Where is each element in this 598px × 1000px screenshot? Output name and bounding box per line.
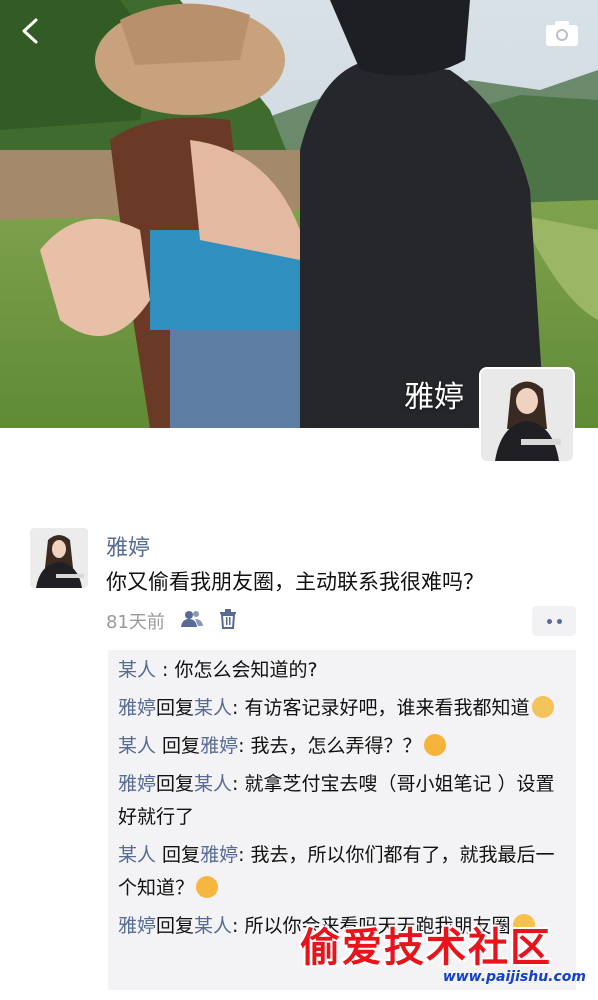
comment-sep: : <box>156 659 175 681</box>
reply-target[interactable]: 雅婷 <box>200 735 238 757</box>
more-dots-button[interactable] <box>532 606 576 636</box>
cover-photo[interactable] <box>0 0 598 428</box>
camera-icon <box>546 21 578 46</box>
comment-text: 你怎么会知道的? <box>174 659 318 681</box>
reply-target[interactable]: 某人 <box>194 773 232 795</box>
comment-item[interactable]: 雅婷回复某人: 有访客记录好吧，谁来看我都知道 <box>118 692 566 725</box>
back-button[interactable] <box>14 14 48 48</box>
profile-avatar[interactable] <box>479 367 575 463</box>
comment-text: 有访客记录好吧，谁来看我都知道 <box>244 697 530 719</box>
reply-target[interactable]: 雅婷 <box>200 844 238 866</box>
666-emoji-icon <box>423 734 446 756</box>
reply-word: 回复 <box>156 735 201 757</box>
reply-word: 回复 <box>156 844 201 866</box>
post-author-name[interactable]: 雅婷 <box>106 530 150 562</box>
post-time: 81天前 <box>106 612 165 633</box>
more-dots-icon <box>556 618 562 624</box>
comment-sep: : <box>232 915 245 937</box>
comment-sep: : <box>238 735 251 757</box>
doge-emoji-icon <box>531 696 554 718</box>
post-author-avatar[interactable] <box>30 528 88 588</box>
comment-sep: : <box>232 697 245 719</box>
reply-word: 回复 <box>156 697 195 719</box>
site-watermark: 偷爱技术社区 www.paijishu.com <box>300 915 592 995</box>
delete-icon <box>219 608 236 629</box>
delete-button[interactable] <box>219 608 237 634</box>
friends-visibility-button[interactable] <box>180 609 203 634</box>
comment-author[interactable]: 雅婷 <box>118 773 156 795</box>
profile-name: 雅婷 <box>404 380 464 415</box>
kiss-emoji-icon <box>196 876 219 898</box>
post-text: 你又偷看我朋友圈，主动联系我很难吗？ <box>106 570 484 594</box>
post-meta: 81天前 <box>106 608 237 634</box>
friends-visibility-icon <box>180 610 203 627</box>
reply-target[interactable]: 某人 <box>194 915 232 937</box>
comment-author[interactable]: 雅婷 <box>118 697 156 719</box>
comment-author[interactable]: 雅婷 <box>118 915 156 937</box>
camera-button[interactable] <box>544 18 580 48</box>
comment-sep: : <box>232 773 245 795</box>
avatar-image <box>481 369 573 461</box>
reply-target[interactable]: 某人 <box>194 697 232 719</box>
cover-photo-image <box>0 0 598 428</box>
avatar-image <box>30 528 88 588</box>
comment-sep: : <box>238 844 251 866</box>
comment-author[interactable]: 某人 <box>118 735 156 757</box>
more-dots-icon <box>546 618 552 624</box>
watermark-url: www.paijishu.com <box>442 969 586 985</box>
reply-word: 回复 <box>156 773 195 795</box>
comment-author[interactable]: 某人 <box>118 844 156 866</box>
watermark-title: 偷爱技术社区 <box>300 924 552 971</box>
back-arrow-icon <box>22 18 38 44</box>
comment-item[interactable]: 某人 回复雅婷: 我去，怎么弄得？？ <box>118 730 566 763</box>
comment-text: 我去，怎么弄得？？ <box>250 735 422 757</box>
comment-author[interactable]: 某人 <box>118 659 156 681</box>
comment-item[interactable]: 某人 : 你怎么会知道的? <box>118 654 566 687</box>
reply-word: 回复 <box>156 915 195 937</box>
comment-item[interactable]: 雅婷回复某人: 就拿芝付宝去嗖（哥小姐笔记 ）设置好就行了 <box>118 768 566 834</box>
comment-item[interactable]: 某人 回复雅婷: 我去，所以你们都有了，就我最后一个知道？ <box>118 839 566 905</box>
